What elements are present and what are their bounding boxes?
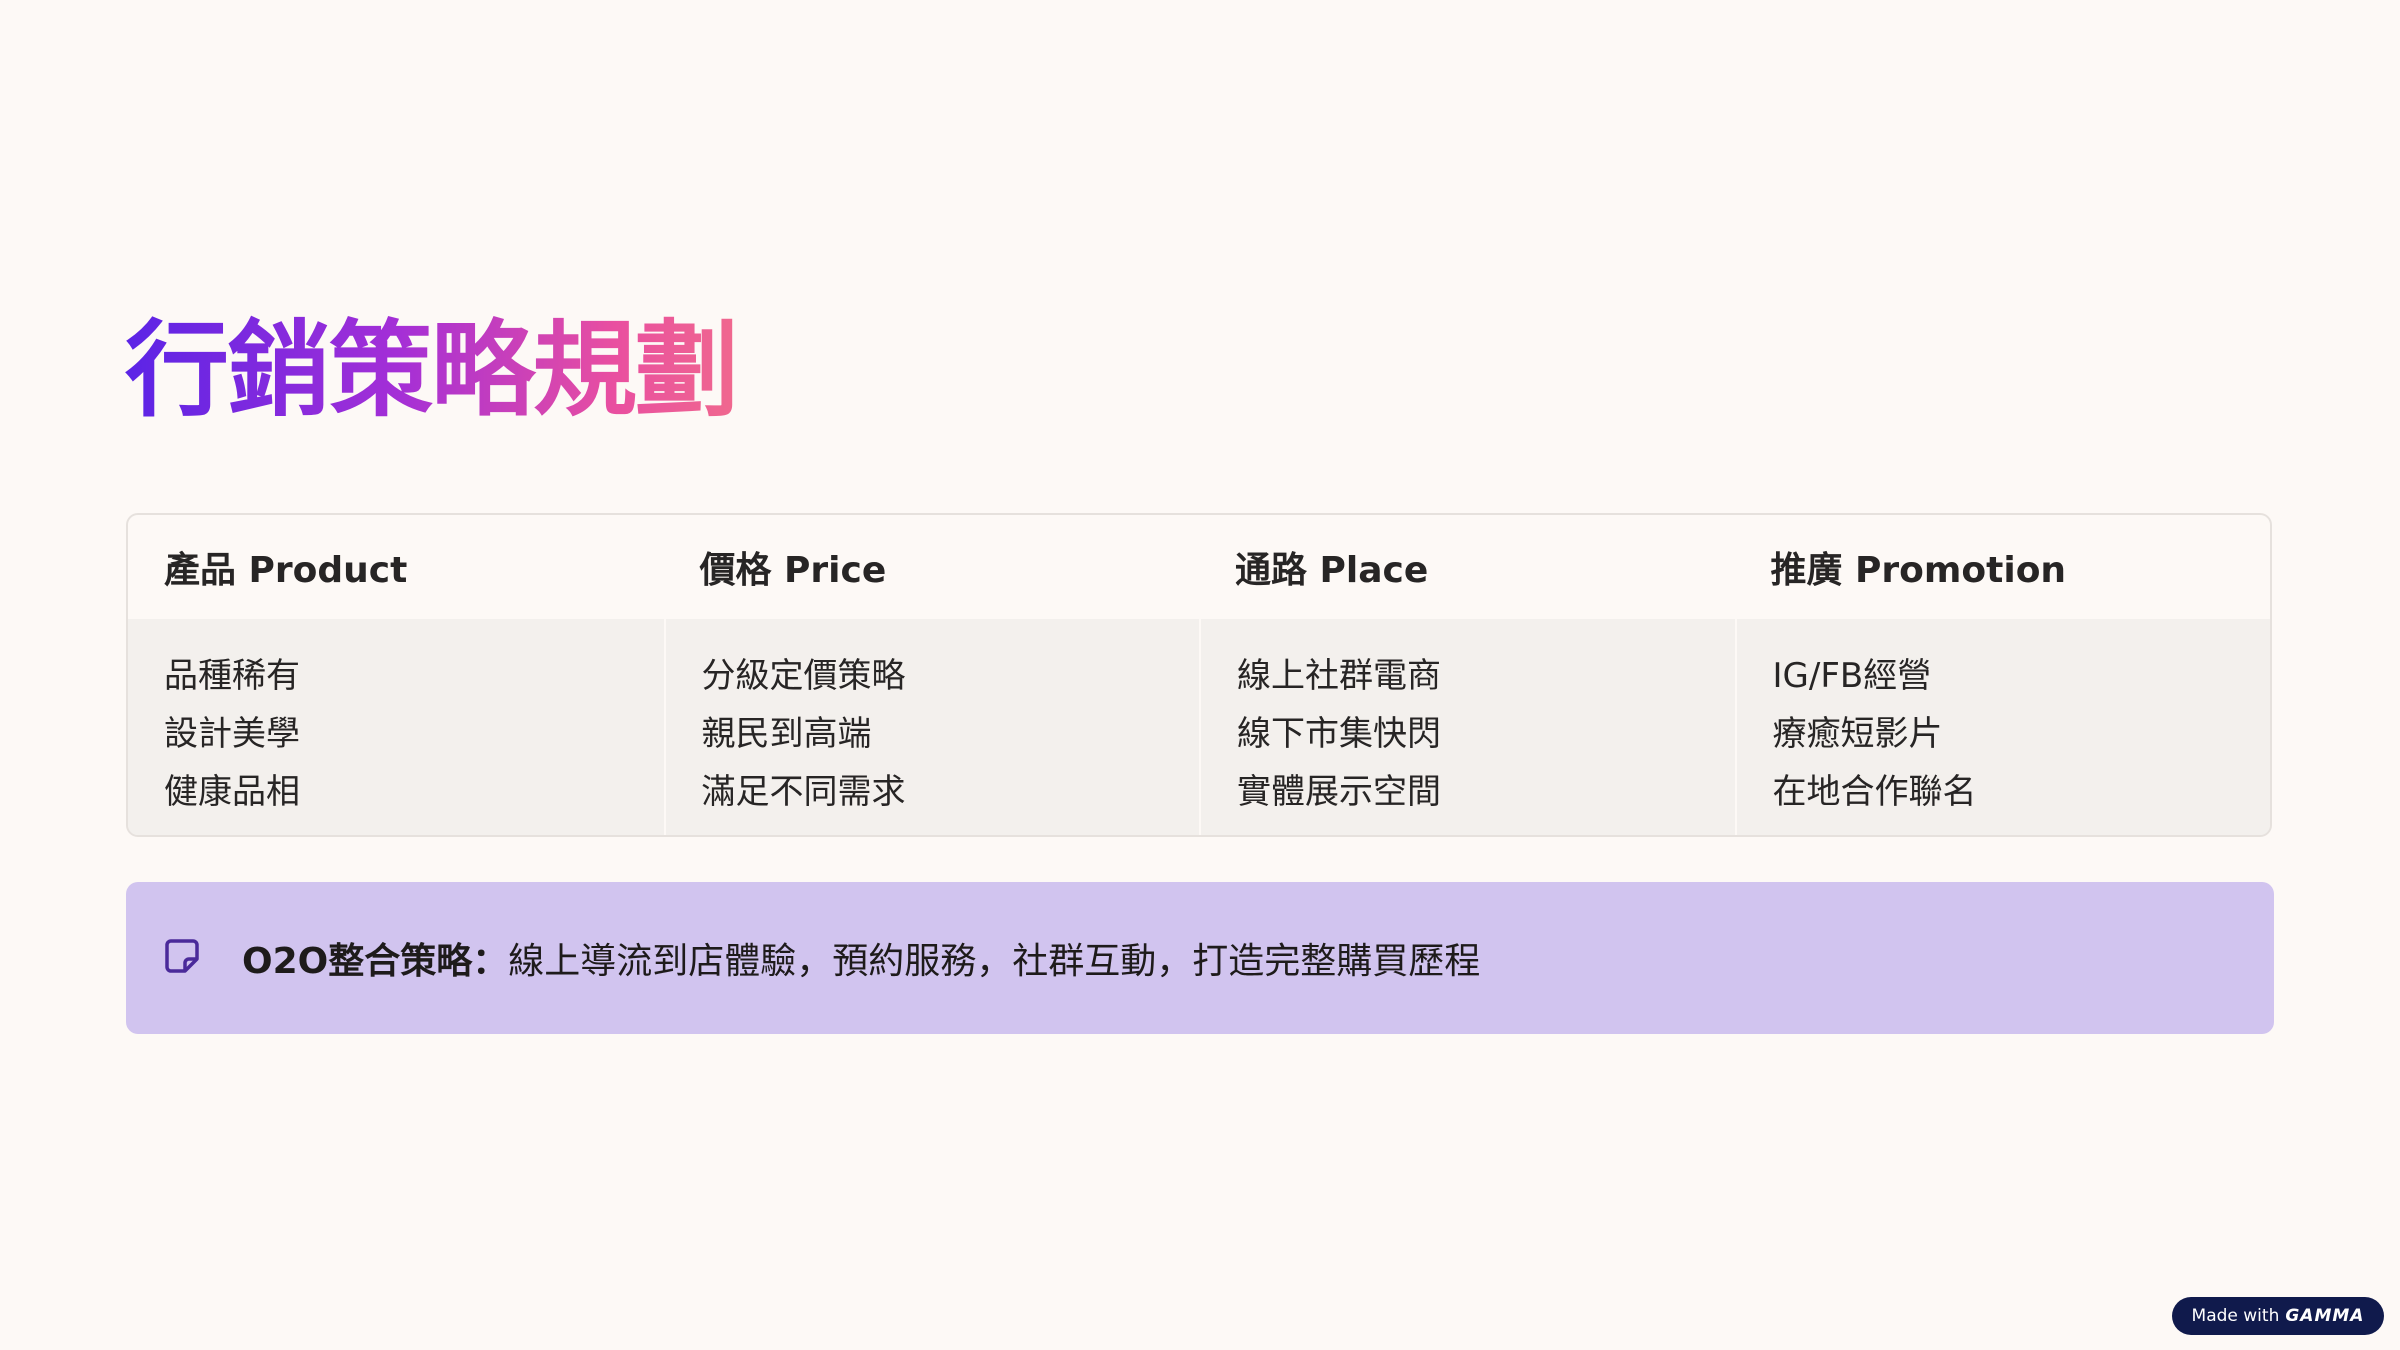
table-header-price: 價格 Price (663, 515, 1199, 619)
marketing-mix-table: 產品 Product 價格 Price 通路 Place 推廣 Promotio… (126, 513, 2272, 837)
list-item: 滿足不同需求 (701, 772, 906, 812)
list-item: IG/FB經營 (1772, 656, 1932, 696)
o2o-callout: O2O整合策略： 線上導流到店體驗，預約服務，社群互動，打造完整購買歷程 (126, 882, 2274, 1034)
list-item: 實體展示空間 (1237, 772, 1441, 812)
badge-prefix: Made with (2191, 1306, 2280, 1326)
made-with-gamma-badge[interactable]: Made with GAMMA (2172, 1297, 2384, 1335)
list-item: 療癒短影片 (1772, 714, 1943, 754)
table-cell-place: 線上社群電商 線下市集快閃 實體展示空間 (1199, 619, 1735, 835)
list-item: 線上社群電商 (1237, 656, 1441, 696)
list-item: 分級定價策略 (701, 656, 906, 696)
list-item: 在地合作聯名 (1772, 772, 1977, 812)
table-header-promotion: 推廣 Promotion (1734, 515, 2270, 619)
list-item: 親民到高端 (701, 714, 872, 754)
list-item: 健康品相 (164, 772, 300, 812)
callout-text: O2O整合策略： 線上導流到店體驗，預約服務，社群互動，打造完整購買歷程 (242, 882, 1480, 1034)
page-title: 行銷策略規劃 (125, 300, 739, 440)
table-cell-price: 分級定價策略 親民到高端 滿足不同需求 (663, 619, 1199, 835)
callout-body: 線上導流到店體驗，預約服務，社群互動，打造完整購買歷程 (508, 941, 1481, 982)
list-item: 設計美學 (164, 714, 300, 754)
list-item: 線下市集快閃 (1237, 714, 1441, 754)
table-header-product: 產品 Product (128, 515, 664, 619)
table-cell-promotion: IG/FB經營 療癒短影片 在地合作聯名 (1734, 619, 2270, 835)
list-item: 品種稀有 (164, 656, 300, 696)
sticky-note-icon (165, 939, 199, 973)
gamma-logo: GAMMA (2285, 1306, 2365, 1326)
callout-label: O2O整合策略： (242, 941, 509, 982)
table-cell-product: 品種稀有 設計美學 健康品相 (128, 619, 664, 835)
table-header-place: 通路 Place (1199, 515, 1735, 619)
